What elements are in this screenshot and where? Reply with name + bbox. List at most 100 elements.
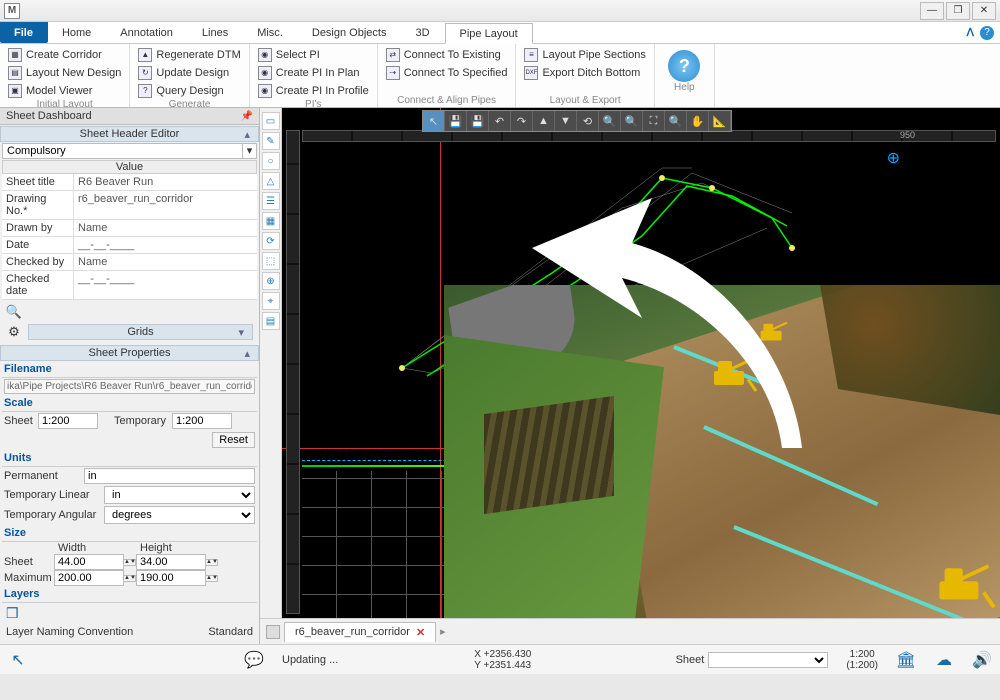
zoom-in-icon[interactable]: 🔍 bbox=[599, 111, 621, 131]
sound-icon[interactable]: 🔊 bbox=[972, 650, 992, 670]
create-pi-plan-button[interactable]: ◉Create PI In Plan bbox=[256, 64, 371, 81]
select-pi-button[interactable]: ◉Select PI bbox=[256, 46, 371, 63]
collapse-ribbon-icon[interactable]: ᐱ bbox=[966, 26, 974, 39]
minimize-button[interactable]: — bbox=[920, 2, 944, 20]
save-all-icon[interactable]: 💾 bbox=[467, 111, 489, 131]
tool-4[interactable]: △ bbox=[262, 172, 280, 190]
help-button[interactable]: ? bbox=[668, 50, 700, 82]
value[interactable]: r6_beaver_run_corridor bbox=[74, 191, 257, 219]
tab-overflow-icon[interactable]: ▸ bbox=[440, 625, 446, 638]
temp-scale-input[interactable] bbox=[172, 413, 232, 429]
create-corridor-button[interactable]: ▦Create Corridor bbox=[6, 46, 123, 63]
group-label: Connect & Align Pipes bbox=[384, 95, 510, 107]
value[interactable]: __-__-____ bbox=[74, 271, 257, 299]
spinner-icon[interactable]: ▲▼ bbox=[124, 575, 136, 582]
tool-9[interactable]: ⊕ bbox=[262, 272, 280, 290]
model-viewer-button[interactable]: ▣Model Viewer bbox=[6, 82, 123, 99]
pan-icon[interactable]: ✋ bbox=[687, 111, 709, 131]
zoom-window-icon[interactable]: 🔍 bbox=[665, 111, 687, 131]
pin-icon[interactable]: 📌 bbox=[241, 111, 253, 122]
tab-file[interactable]: File bbox=[0, 22, 48, 43]
tool-5[interactable]: ☰ bbox=[262, 192, 280, 210]
compass-icon[interactable]: ⊕ bbox=[887, 148, 900, 168]
maximize-button[interactable]: ❐ bbox=[946, 2, 970, 20]
spinner-icon[interactable]: ▲▼ bbox=[206, 575, 218, 582]
measure-icon[interactable]: 📐 bbox=[709, 111, 731, 131]
layout-new-design-button[interactable]: ▤Layout New Design bbox=[6, 64, 123, 81]
zoom-extents-icon[interactable]: ⛶ bbox=[643, 111, 665, 131]
sheet-height-input[interactable] bbox=[136, 554, 206, 570]
redo-icon[interactable]: ↷ bbox=[511, 111, 533, 131]
layout-pipe-sections-button[interactable]: ≡Layout Pipe Sections bbox=[522, 46, 647, 63]
save-icon[interactable]: 💾 bbox=[445, 111, 467, 131]
chat-icon[interactable]: 💬 bbox=[244, 650, 264, 670]
section-sheet-properties[interactable]: Sheet Properties▴ bbox=[0, 345, 259, 361]
temp-angular-select[interactable]: degrees bbox=[104, 506, 255, 524]
refresh-icon[interactable]: ⟲ bbox=[577, 111, 599, 131]
value[interactable]: Name bbox=[74, 220, 257, 236]
up-icon[interactable]: ▲ bbox=[533, 111, 555, 131]
temp-linear-select[interactable]: in bbox=[104, 486, 255, 504]
coordinates-readout: X +2356.430 Y +2351.443 bbox=[474, 649, 531, 671]
max-height-input[interactable] bbox=[136, 570, 206, 586]
tab-misc[interactable]: Misc. bbox=[243, 22, 298, 43]
connect-specified-button[interactable]: ⇢Connect To Specified bbox=[384, 64, 510, 81]
tool-10[interactable]: ⌖ bbox=[262, 292, 280, 310]
section-sheet-header-editor[interactable]: Sheet Header Editor▴ bbox=[0, 126, 259, 142]
compulsory-dropdown[interactable]: ▾ bbox=[2, 143, 257, 159]
create-pi-profile-button[interactable]: ◉Create PI In Profile bbox=[256, 82, 371, 99]
spinner-icon[interactable]: ▲▼ bbox=[124, 559, 136, 566]
document-tab[interactable]: r6_beaver_run_corridor ✕ bbox=[284, 622, 436, 642]
search-icon[interactable]: 🔍 bbox=[6, 304, 22, 320]
tab-3d[interactable]: 3D bbox=[401, 22, 444, 43]
down-icon[interactable]: ▼ bbox=[555, 111, 577, 131]
max-width-input[interactable] bbox=[54, 570, 124, 586]
undo-icon[interactable]: ↶ bbox=[489, 111, 511, 131]
reset-button[interactable]: Reset bbox=[212, 432, 255, 448]
tab-pipe-layout[interactable]: Pipe Layout bbox=[445, 23, 533, 44]
sheet-select[interactable] bbox=[708, 652, 828, 668]
cloud-icon[interactable]: ☁ bbox=[934, 650, 954, 670]
connect-existing-button[interactable]: ⇄Connect To Existing bbox=[384, 46, 510, 63]
tab-design-objects[interactable]: Design Objects bbox=[298, 22, 402, 43]
connect-icon: ⇄ bbox=[386, 48, 400, 62]
close-button[interactable]: ✕ bbox=[972, 2, 996, 20]
permanent-units-input[interactable] bbox=[84, 468, 255, 484]
pointer-icon[interactable]: ↖ bbox=[8, 650, 28, 670]
sheet-scale-input[interactable] bbox=[38, 413, 98, 429]
buildings-icon[interactable]: 🏛 bbox=[896, 650, 916, 670]
sheet-width-input[interactable] bbox=[54, 554, 124, 570]
tool-8[interactable]: ⬚ bbox=[262, 252, 280, 270]
update-design-button[interactable]: ↻Update Design bbox=[136, 64, 242, 81]
tool-2[interactable]: ✎ bbox=[262, 132, 280, 150]
value[interactable]: Name bbox=[74, 254, 257, 270]
tab-home[interactable]: Home bbox=[48, 22, 106, 43]
regenerate-dtm-button[interactable]: ▲Regenerate DTM bbox=[136, 46, 242, 63]
tool-11[interactable]: ▤ bbox=[262, 312, 280, 330]
query-design-button[interactable]: ?Query Design bbox=[136, 82, 242, 99]
zoom-out-icon[interactable]: 🔍 bbox=[621, 111, 643, 131]
chevron-down-icon[interactable]: ▾ bbox=[242, 144, 256, 158]
export-ditch-bottom-button[interactable]: DXFExport Ditch Bottom bbox=[522, 64, 647, 81]
close-tab-icon[interactable]: ✕ bbox=[416, 626, 425, 639]
section-grids[interactable]: Grids▾ bbox=[28, 324, 253, 340]
tool-3[interactable]: ○ bbox=[262, 152, 280, 170]
value[interactable]: __-__-____ bbox=[74, 237, 257, 253]
row-checked-date: Checked date__-__-____ bbox=[2, 271, 257, 300]
ribbon-group-connect: ⇄Connect To Existing ⇢Connect To Specifi… bbox=[378, 44, 517, 107]
value[interactable]: R6 Beaver Run bbox=[74, 174, 257, 190]
tab-annotation[interactable]: Annotation bbox=[106, 22, 188, 43]
tool-7[interactable]: ⟳ bbox=[262, 232, 280, 250]
tab-lines[interactable]: Lines bbox=[188, 22, 243, 43]
tool-1[interactable]: ▭ bbox=[262, 112, 280, 130]
gear-icon[interactable]: ⚙ bbox=[6, 324, 22, 340]
spinner-icon[interactable]: ▲▼ bbox=[206, 559, 218, 566]
ribbon-help-icon[interactable]: ? bbox=[980, 26, 994, 40]
cursor-icon[interactable]: ↖ bbox=[423, 111, 445, 131]
compulsory-input[interactable] bbox=[3, 144, 242, 158]
tool-6[interactable]: ▦ bbox=[262, 212, 280, 230]
ribbon-group-help: ? Help bbox=[655, 44, 715, 107]
layers-icon[interactable]: ❒ bbox=[6, 605, 19, 621]
filename-field[interactable] bbox=[4, 379, 255, 394]
drawing-viewport[interactable]: ↖ 💾 💾 ↶ ↷ ▲ ▼ ⟲ 🔍 🔍 ⛶ 🔍 ✋ 📐 950 bbox=[282, 108, 1000, 618]
